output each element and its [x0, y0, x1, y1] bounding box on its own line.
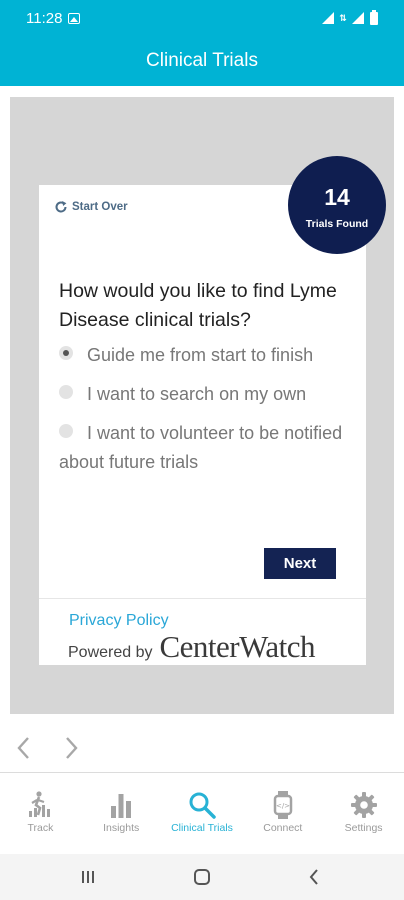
trials-found-label: Trials Found [305, 218, 369, 230]
recent-apps-icon[interactable] [76, 866, 100, 888]
tab-label: Clinical Trials [171, 822, 233, 834]
privacy-policy-link[interactable]: Privacy Policy [69, 612, 169, 630]
next-button[interactable]: Next [264, 548, 336, 579]
option-search[interactable]: I want to search on my own [59, 380, 359, 409]
option-label: I want to volunteer to be notified about… [59, 423, 343, 472]
tab-insights[interactable]: Insights [81, 784, 162, 846]
status-bar: 11:28 ⇅ [0, 0, 404, 36]
tab-track[interactable]: Track [0, 784, 81, 846]
powered-by: Powered by CenterWatch [68, 629, 316, 665]
app-bar: Clinical Trials [0, 36, 404, 86]
status-time: 11:28 [26, 9, 63, 27]
question-text: How would you like to find Lyme Disease … [59, 280, 337, 331]
bottom-tab-bar: Track Insights Clinical Trials </> Conne… [0, 784, 404, 846]
trials-count: 14 [324, 184, 350, 210]
trials-found-badge: 14 Trials Found [288, 156, 386, 254]
option-volunteer[interactable]: I want to volunteer to be notified about… [59, 419, 359, 477]
browser-nav [0, 725, 404, 769]
centerwatch-logo: CenterWatch [159, 629, 316, 664]
home-icon[interactable] [190, 866, 214, 888]
tab-settings[interactable]: Settings [323, 784, 404, 846]
refresh-icon [54, 200, 68, 214]
tab-label: Insights [103, 822, 140, 834]
page-title: Clinical Trials [146, 50, 258, 71]
tab-label: Track [27, 822, 54, 834]
bar-chart-icon [111, 794, 132, 818]
search-icon [189, 792, 216, 819]
status-icons: ⇅ [322, 9, 378, 25]
question-card: Start Over How would you like to find Ly… [39, 185, 366, 665]
start-over-button[interactable]: Start Over [54, 200, 128, 214]
image-notification-icon [68, 12, 81, 24]
option-label: Guide me from start to finish [87, 345, 314, 365]
option-guide[interactable]: Guide me from start to finish [59, 341, 359, 370]
signal-icon-2 [352, 12, 364, 24]
signal-icon [322, 12, 334, 24]
data-network-icon: ⇅ [339, 12, 347, 23]
track-icon [29, 791, 51, 817]
option-list: Guide me from start to finish I want to … [59, 341, 359, 487]
radio-unselected[interactable] [59, 424, 73, 438]
forward-arrow-icon[interactable] [60, 735, 82, 761]
tab-label: Settings [344, 822, 383, 834]
divider [39, 598, 366, 599]
tab-connect[interactable]: </> Connect [242, 784, 323, 846]
back-arrow-icon[interactable] [13, 735, 35, 761]
gear-icon [350, 792, 377, 818]
tab-clinical-trials[interactable]: Clinical Trials [162, 784, 243, 846]
system-nav-bar [0, 854, 404, 900]
back-icon[interactable] [303, 866, 327, 888]
radio-selected[interactable] [59, 346, 73, 360]
option-label: I want to search on my own [87, 384, 307, 404]
watch-icon: </> [273, 791, 293, 819]
start-over-label: Start Over [72, 201, 128, 213]
svg-text:</>: </> [276, 802, 290, 810]
tab-bar-divider [0, 772, 404, 773]
tab-label: Connect [263, 822, 303, 834]
radio-unselected[interactable] [59, 385, 73, 399]
battery-icon [370, 9, 378, 25]
powered-by-label: Powered by [68, 644, 153, 661]
